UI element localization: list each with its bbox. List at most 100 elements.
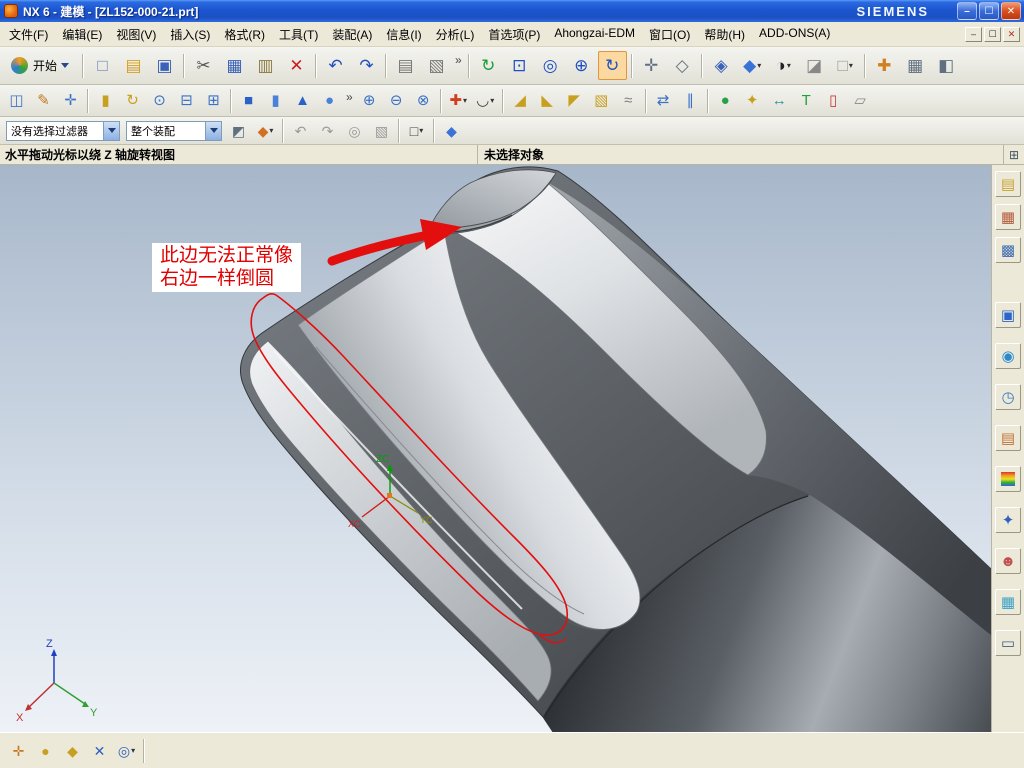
toolbar-overflow-chevron[interactable]: » (346, 88, 353, 104)
arc-icon-dropdown[interactable]: ▾ (490, 96, 494, 105)
menu-addons[interactable]: ADD-ONS(A) (752, 22, 837, 47)
chamfer-icon[interactable]: ◣ (535, 88, 560, 113)
menu-edit[interactable]: 编辑(E) (55, 22, 109, 47)
datum-plane-icon[interactable]: ◫ (4, 88, 29, 113)
block-icon[interactable]: ■ (236, 88, 261, 113)
menu-file[interactable]: 文件(F) (2, 22, 55, 47)
marquee-select-icon[interactable]: □ ▾ (404, 118, 429, 143)
sidebar-history-icon[interactable]: ◷ (995, 384, 1021, 410)
trimetric-view-icon[interactable]: ◈ (707, 51, 736, 80)
wcs-display-icon[interactable]: ◧ (932, 51, 961, 80)
toolbar-overflow-chevron[interactable]: » (455, 51, 462, 67)
restore-selection-icon[interactable]: ↷ (315, 118, 340, 143)
mid-point-icon[interactable]: ◆ (60, 738, 85, 763)
orient-view-icon[interactable]: ◇ (668, 51, 697, 80)
snap-point-enable-icon[interactable]: ✛ (6, 738, 31, 763)
end-point-icon[interactable]: ● (33, 738, 58, 763)
general-selection-icon[interactable]: ◆ ▾ (253, 118, 278, 143)
document-minimize-button[interactable]: – (965, 26, 982, 42)
capture-selection-icon[interactable]: ◎ (342, 118, 367, 143)
menu-information[interactable]: 信息(I) (379, 22, 428, 47)
cut-icon[interactable]: ✂ (189, 51, 218, 80)
highlight-selection-icon[interactable]: ▧ (369, 118, 394, 143)
title-bar[interactable]: NX 6 - 建模 - [ZL152-000-21.prt] SIEMENS –… (0, 0, 1024, 22)
edge-blend-icon[interactable]: ◢ (508, 88, 533, 113)
sidebar-hd3d-tools-icon[interactable]: ◉ (995, 343, 1021, 369)
background-icon[interactable]: □ ▾ (831, 51, 860, 80)
selection-filter-combo[interactable]: 没有选择过滤器 (6, 120, 120, 141)
menu-window[interactable]: 窗口(O) (642, 22, 697, 47)
pad-icon[interactable]: ⊞ (201, 88, 226, 113)
clipboard-icon[interactable]: ▧ (422, 51, 451, 80)
shell-icon[interactable]: ▧ (589, 88, 614, 113)
undo-icon[interactable]: ↶ (321, 51, 350, 80)
rotate-view-icon[interactable]: ↻ (597, 51, 627, 80)
subtract-icon[interactable]: ⊖ (384, 88, 409, 113)
arc-center-icon[interactable]: ◎ ▾ (114, 738, 139, 763)
previous-selection-icon[interactable]: ↶ (288, 118, 313, 143)
grid-icon[interactable]: ▦ (901, 51, 930, 80)
sidebar-roles-icon[interactable]: ☻ (995, 548, 1021, 574)
tube-icon[interactable]: ▯ (821, 88, 846, 113)
menu-tools[interactable]: 工具(T) (272, 22, 325, 47)
document-restore-button[interactable]: ☐ (984, 26, 1001, 42)
marquee-select-icon-dropdown[interactable]: ▾ (419, 126, 423, 135)
maximize-button[interactable]: ☐ (979, 2, 999, 20)
selection-filter-dropdown[interactable] (103, 121, 119, 140)
text-icon[interactable]: T (794, 88, 819, 113)
menu-preferences[interactable]: 首选项(P) (481, 22, 547, 47)
instance-feature-icon[interactable]: ⇄ (651, 88, 676, 113)
menu-view[interactable]: 视图(V) (109, 22, 163, 47)
sketch-icon[interactable]: ✎ (31, 88, 56, 113)
minimize-button[interactable]: – (957, 2, 977, 20)
hole-icon[interactable]: ⊙ (147, 88, 172, 113)
menu-insert[interactable]: 插入(S) (163, 22, 217, 47)
render-style-icon-dropdown[interactable]: ▾ (787, 61, 791, 70)
dimension-icon[interactable]: ↔ (767, 88, 792, 113)
pipe-icon[interactable]: ▱ (848, 88, 873, 113)
plot-icon[interactable]: ▤ (391, 51, 420, 80)
sidebar-part-navigator-icon[interactable]: ▩ (995, 237, 1021, 263)
sidebar-wizards-icon[interactable]: ✦ (995, 507, 1021, 533)
shaded-view-icon[interactable]: ◆ ▾ (738, 51, 767, 80)
intersect-icon[interactable]: ⊗ (411, 88, 436, 113)
render-style-icon[interactable]: ◑ ▾ (769, 51, 798, 80)
snap-toggle-icon[interactable]: ◩ (226, 118, 251, 143)
arc-icon[interactable]: ◡ ▾ (473, 88, 498, 113)
tile-layout-icon[interactable]: ⊞ (1004, 145, 1024, 164)
draft-icon[interactable]: ◤ (562, 88, 587, 113)
redo-icon[interactable]: ↷ (352, 51, 381, 80)
shaded-view-icon-dropdown[interactable]: ▾ (757, 61, 761, 70)
sidebar-constraint-navigator-icon[interactable]: ▦ (995, 204, 1021, 230)
menu-assemblies[interactable]: 装配(A) (325, 22, 379, 47)
face-analysis-icon[interactable]: ◪ (800, 51, 829, 80)
cone-icon[interactable]: ▲ (290, 88, 315, 113)
selection-scope-combo[interactable]: 整个装配 (126, 120, 222, 141)
selection-scope-dropdown[interactable] (205, 121, 221, 140)
start-button[interactable]: 开始 (3, 51, 77, 81)
document-close-button[interactable]: ✕ (1003, 26, 1020, 42)
point-dialog-icon-dropdown[interactable]: ▾ (463, 96, 467, 105)
graphics-window[interactable]: ZC YC XC Z X Y 此边无法正常像 右边一样倒圆 (0, 165, 991, 732)
pocket-icon[interactable]: ⊟ (174, 88, 199, 113)
background-icon-dropdown[interactable]: ▾ (849, 61, 853, 70)
fit-view-icon[interactable]: ⊡ (505, 51, 534, 80)
point-dialog-icon[interactable]: ✚ ▾ (446, 88, 471, 113)
paste-icon[interactable]: ▥ (251, 51, 280, 80)
new-file-icon[interactable]: □ (88, 51, 117, 80)
delete-icon[interactable]: ✕ (282, 51, 311, 80)
cylinder-icon[interactable]: ▮ (263, 88, 288, 113)
save-icon[interactable]: ▣ (150, 51, 179, 80)
sidebar-part-list-icon[interactable]: ▤ (995, 425, 1021, 451)
snap-point-icon[interactable]: ✚ (870, 51, 899, 80)
zoom-box-icon[interactable]: ◎ (536, 51, 565, 80)
sidebar-assembly-navigator-icon[interactable]: ▤ (995, 171, 1021, 197)
intersection-point-icon[interactable]: ✕ (87, 738, 112, 763)
menu-format[interactable]: 格式(R) (217, 22, 272, 47)
copy-icon[interactable]: ▦ (220, 51, 249, 80)
hexagon-feature-icon[interactable]: ● (713, 88, 738, 113)
mirror-feature-icon[interactable]: ∥ (678, 88, 703, 113)
unite-icon[interactable]: ⊕ (357, 88, 382, 113)
extrude-icon[interactable]: ▮ (93, 88, 118, 113)
sidebar-reuse-library-icon[interactable]: ▣ (995, 302, 1021, 328)
